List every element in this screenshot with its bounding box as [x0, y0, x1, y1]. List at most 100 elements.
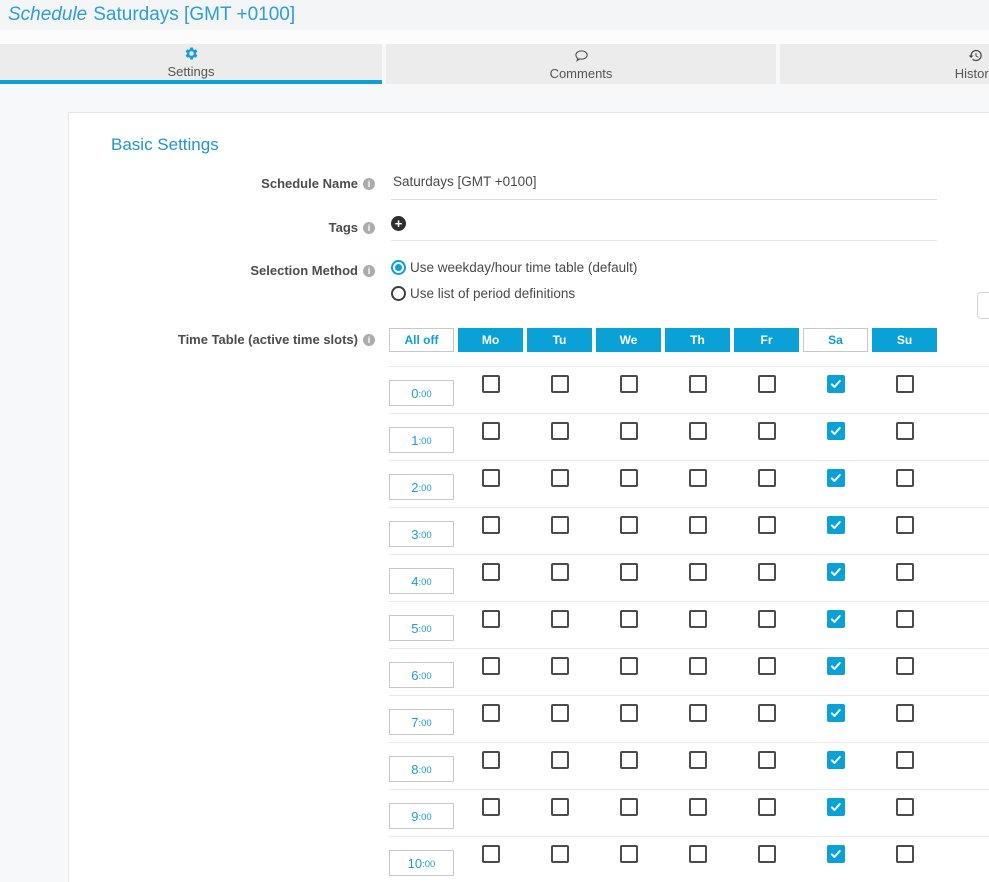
- radio-button-unselected[interactable]: [391, 286, 406, 301]
- slot-checkbox-su-3[interactable]: [896, 516, 914, 534]
- slot-checkbox-fr-6[interactable]: [758, 657, 776, 675]
- slot-checkbox-sa-0[interactable]: [827, 375, 845, 393]
- radio-button-selected[interactable]: [391, 260, 406, 275]
- info-icon[interactable]: [363, 222, 375, 234]
- hour-toggle-2[interactable]: 2:00: [389, 474, 454, 500]
- slot-checkbox-su-4[interactable]: [896, 563, 914, 581]
- slot-checkbox-su-5[interactable]: [896, 610, 914, 628]
- slot-checkbox-sa-1[interactable]: [827, 422, 845, 440]
- slot-checkbox-mo-7[interactable]: [482, 704, 500, 722]
- slot-checkbox-tu-1[interactable]: [551, 422, 569, 440]
- slot-checkbox-th-6[interactable]: [689, 657, 707, 675]
- slot-checkbox-we-10[interactable]: [620, 845, 638, 863]
- slot-checkbox-fr-3[interactable]: [758, 516, 776, 534]
- hour-toggle-4[interactable]: 4:00: [389, 568, 454, 594]
- day-toggle-su[interactable]: Su: [872, 328, 937, 352]
- hour-toggle-6[interactable]: 6:00: [389, 662, 454, 688]
- slot-checkbox-mo-6[interactable]: [482, 657, 500, 675]
- slot-checkbox-fr-7[interactable]: [758, 704, 776, 722]
- slot-checkbox-sa-3[interactable]: [827, 516, 845, 534]
- slot-checkbox-we-6[interactable]: [620, 657, 638, 675]
- slot-checkbox-tu-8[interactable]: [551, 751, 569, 769]
- slot-checkbox-mo-2[interactable]: [482, 469, 500, 487]
- tab-history[interactable]: History: [780, 44, 989, 84]
- slot-checkbox-tu-5[interactable]: [551, 610, 569, 628]
- slot-checkbox-fr-2[interactable]: [758, 469, 776, 487]
- info-icon[interactable]: [363, 178, 375, 190]
- slot-checkbox-su-7[interactable]: [896, 704, 914, 722]
- slot-checkbox-we-8[interactable]: [620, 751, 638, 769]
- slot-checkbox-fr-0[interactable]: [758, 375, 776, 393]
- hour-toggle-7[interactable]: 7:00: [389, 709, 454, 735]
- hour-toggle-0[interactable]: 0:00: [389, 380, 454, 406]
- slot-checkbox-th-9[interactable]: [689, 798, 707, 816]
- slot-checkbox-su-9[interactable]: [896, 798, 914, 816]
- slot-checkbox-th-3[interactable]: [689, 516, 707, 534]
- hour-toggle-3[interactable]: 3:00: [389, 521, 454, 547]
- radio-option-timetable[interactable]: Use weekday/hour time table (default): [391, 260, 637, 275]
- slot-checkbox-we-2[interactable]: [620, 469, 638, 487]
- day-toggle-tu[interactable]: Tu: [527, 328, 592, 352]
- slot-checkbox-sa-6[interactable]: [827, 657, 845, 675]
- slot-checkbox-fr-1[interactable]: [758, 422, 776, 440]
- hour-toggle-9[interactable]: 9:00: [389, 803, 454, 829]
- slot-checkbox-mo-10[interactable]: [482, 845, 500, 863]
- slot-checkbox-tu-0[interactable]: [551, 375, 569, 393]
- slot-checkbox-we-7[interactable]: [620, 704, 638, 722]
- all-off-button[interactable]: All off: [389, 328, 454, 352]
- day-toggle-fr[interactable]: Fr: [734, 328, 799, 352]
- day-toggle-we[interactable]: We: [596, 328, 661, 352]
- slot-checkbox-we-5[interactable]: [620, 610, 638, 628]
- slot-checkbox-th-4[interactable]: [689, 563, 707, 581]
- slot-checkbox-tu-7[interactable]: [551, 704, 569, 722]
- slot-checkbox-su-8[interactable]: [896, 751, 914, 769]
- slot-checkbox-su-2[interactable]: [896, 469, 914, 487]
- slot-checkbox-tu-9[interactable]: [551, 798, 569, 816]
- slot-checkbox-th-7[interactable]: [689, 704, 707, 722]
- slot-checkbox-mo-8[interactable]: [482, 751, 500, 769]
- slot-checkbox-mo-9[interactable]: [482, 798, 500, 816]
- slot-checkbox-fr-9[interactable]: [758, 798, 776, 816]
- slot-checkbox-mo-3[interactable]: [482, 516, 500, 534]
- info-icon[interactable]: [363, 265, 375, 277]
- day-toggle-th[interactable]: Th: [665, 328, 730, 352]
- slot-checkbox-fr-4[interactable]: [758, 563, 776, 581]
- slot-checkbox-tu-4[interactable]: [551, 563, 569, 581]
- info-icon[interactable]: [363, 334, 375, 346]
- slot-checkbox-we-4[interactable]: [620, 563, 638, 581]
- hour-toggle-5[interactable]: 5:00: [389, 615, 454, 641]
- slot-checkbox-fr-10[interactable]: [758, 845, 776, 863]
- slot-checkbox-sa-2[interactable]: [827, 469, 845, 487]
- slot-checkbox-th-8[interactable]: [689, 751, 707, 769]
- slot-checkbox-th-0[interactable]: [689, 375, 707, 393]
- day-toggle-mo[interactable]: Mo: [458, 328, 523, 352]
- slot-checkbox-sa-5[interactable]: [827, 610, 845, 628]
- slot-checkbox-th-5[interactable]: [689, 610, 707, 628]
- slot-checkbox-we-0[interactable]: [620, 375, 638, 393]
- slot-checkbox-fr-5[interactable]: [758, 610, 776, 628]
- slot-checkbox-sa-9[interactable]: [827, 798, 845, 816]
- slot-checkbox-tu-10[interactable]: [551, 845, 569, 863]
- slot-checkbox-sa-7[interactable]: [827, 704, 845, 722]
- slot-checkbox-sa-8[interactable]: [827, 751, 845, 769]
- hour-toggle-1[interactable]: 1:00: [389, 427, 454, 453]
- schedule-name-input[interactable]: [391, 172, 937, 200]
- slot-checkbox-mo-0[interactable]: [482, 375, 500, 393]
- slot-checkbox-su-0[interactable]: [896, 375, 914, 393]
- radio-option-periods[interactable]: Use list of period definitions: [391, 286, 637, 301]
- add-tag-button[interactable]: [391, 216, 406, 231]
- slot-checkbox-tu-2[interactable]: [551, 469, 569, 487]
- slot-checkbox-sa-10[interactable]: [827, 845, 845, 863]
- slot-checkbox-tu-3[interactable]: [551, 516, 569, 534]
- slot-checkbox-su-10[interactable]: [896, 845, 914, 863]
- slot-checkbox-su-6[interactable]: [896, 657, 914, 675]
- slot-checkbox-th-10[interactable]: [689, 845, 707, 863]
- side-panel-handle[interactable]: [977, 292, 989, 319]
- slot-checkbox-we-3[interactable]: [620, 516, 638, 534]
- slot-checkbox-su-1[interactable]: [896, 422, 914, 440]
- hour-toggle-10[interactable]: 10:00: [389, 850, 454, 876]
- tab-comments[interactable]: Comments: [386, 44, 776, 84]
- slot-checkbox-fr-8[interactable]: [758, 751, 776, 769]
- slot-checkbox-th-2[interactable]: [689, 469, 707, 487]
- slot-checkbox-we-1[interactable]: [620, 422, 638, 440]
